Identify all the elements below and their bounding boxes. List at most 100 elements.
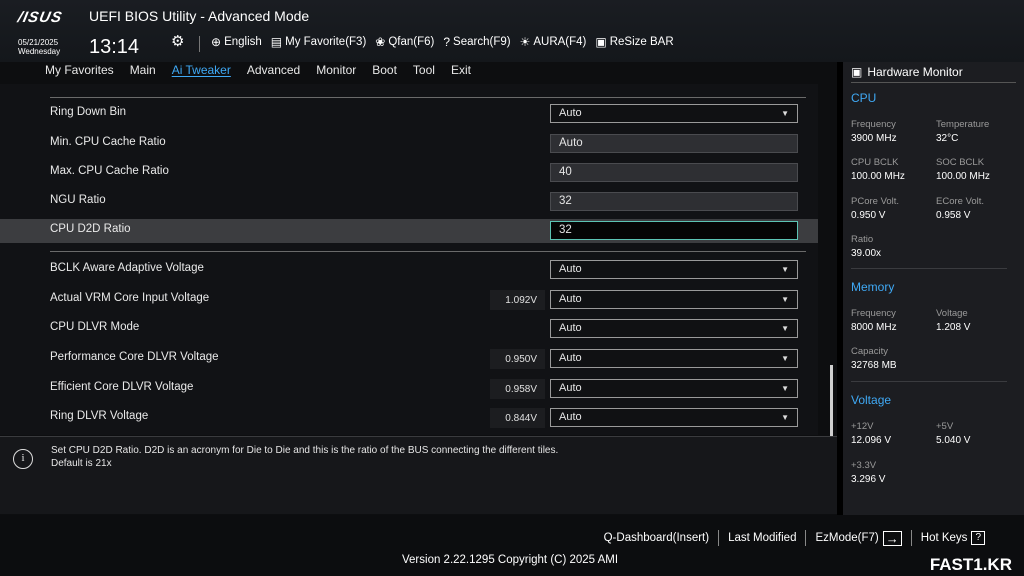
- v5-value: 5.040 V: [936, 435, 971, 446]
- ezmode-label: EzMode(F7): [815, 532, 879, 544]
- tab-ai-tweaker[interactable]: Ai Tweaker: [172, 62, 231, 80]
- chevron-down-icon: ▼: [781, 265, 789, 274]
- divider: [851, 381, 1007, 382]
- toolbar-item-globe[interactable]: ⊕ English: [211, 35, 262, 49]
- cpu-temperature-value: 32°C: [936, 133, 959, 144]
- setting-row[interactable]: Efficient Core DLVR Voltage 0.958V Auto ▼: [0, 377, 818, 401]
- fan-icon: ❀: [375, 35, 386, 49]
- tab-tool[interactable]: Tool: [413, 62, 435, 80]
- chevron-down-icon: ▼: [781, 384, 789, 393]
- setting-row[interactable]: Ring DLVR Voltage 0.844V Auto ▼: [0, 406, 818, 430]
- help-icon: ?: [971, 531, 985, 545]
- toolbar-item-resize-bar[interactable]: ▣ ReSize BAR: [595, 35, 673, 49]
- tab-exit[interactable]: Exit: [451, 62, 471, 80]
- gear-icon[interactable]: ⚙: [171, 32, 184, 50]
- v12-value: 12.096 V: [851, 435, 892, 446]
- toolbar-label: Qfan(F6): [388, 36, 435, 48]
- cpu-bclk-value: 100.00 MHz: [851, 171, 905, 182]
- setting-input[interactable]: 32: [550, 221, 798, 240]
- setting-row[interactable]: BCLK Aware Adaptive Voltage Auto ▼: [0, 258, 818, 282]
- setting-label: Actual VRM Core Input Voltage: [50, 292, 210, 304]
- ezmode-button[interactable]: EzMode(F7) →: [806, 530, 910, 546]
- dropdown-value: Auto: [559, 411, 582, 423]
- divider: [851, 268, 1007, 269]
- ecore-volt-value: 0.958 V: [936, 210, 971, 221]
- setting-dropdown[interactable]: Auto ▼: [550, 408, 798, 427]
- settings-list: Ring Down Bin Auto ▼ Min. CPU Cache Ratio Au…: [0, 84, 818, 435]
- toolbar-item-fan[interactable]: ❀ Qfan(F6): [375, 35, 434, 49]
- setting-row[interactable]: CPU D2D Ratio 32: [0, 219, 818, 243]
- footer-links: Q-Dashboard(Insert) Last Modified EzMode…: [595, 530, 994, 546]
- mem-capacity-value: 32768 MB: [851, 360, 897, 371]
- help-line: Set CPU D2D Ratio. D2D is an acronym for…: [51, 445, 559, 456]
- pcore-volt-value: 0.950 V: [851, 210, 886, 221]
- monitor-icon: ▣: [851, 65, 863, 79]
- chevron-down-icon: ▼: [781, 413, 789, 422]
- toolbar-item-search[interactable]: ? Search(F9): [443, 35, 510, 49]
- toolbar: ⊕ English ▤ My Favorite(F3) ❀ Qfan(F6) ? Search…: [211, 35, 674, 49]
- favorite-icon: ▤: [270, 35, 283, 49]
- setting-label: NGU Ratio: [50, 194, 106, 206]
- chevron-down-icon: ▼: [781, 324, 789, 333]
- help-line: Default is 21x: [51, 458, 112, 469]
- setting-row[interactable]: Performance Core DLVR Voltage 0.950V Auto ▼: [0, 347, 818, 371]
- asus-logo: /ISUS: [16, 9, 64, 26]
- tab-monitor[interactable]: Monitor: [316, 62, 356, 80]
- footer-bar: Q-Dashboard(Insert) Last Modified EzMode…: [0, 515, 1024, 576]
- mem-frequency-value: 8000 MHz: [851, 322, 897, 333]
- tab-boot[interactable]: Boot: [372, 62, 397, 80]
- setting-input[interactable]: 40: [550, 163, 798, 182]
- dropdown-value: Auto: [559, 293, 582, 305]
- setting-row[interactable]: NGU Ratio 32: [0, 190, 818, 214]
- toolbar-item-aura[interactable]: ☀ AURA(F4): [520, 35, 587, 49]
- setting-row[interactable]: Max. CPU Cache Ratio 40: [0, 161, 818, 185]
- memory-heading: Memory: [851, 280, 895, 294]
- setting-dropdown[interactable]: Auto ▼: [550, 379, 798, 398]
- setting-input[interactable]: Auto: [550, 134, 798, 153]
- setting-label: Ring Down Bin: [50, 106, 127, 118]
- setting-input[interactable]: 32: [550, 192, 798, 211]
- setting-row[interactable]: Min. CPU Cache Ratio Auto: [0, 132, 818, 156]
- tab-main[interactable]: Main: [130, 62, 156, 80]
- soc-bclk-value: 100.00 MHz: [936, 171, 990, 182]
- cpu-temperature-label: Temperature: [936, 119, 990, 130]
- toolbar-item-favorite[interactable]: ▤ My Favorite(F3): [271, 35, 367, 49]
- q-dashboard-button[interactable]: Q-Dashboard(Insert): [595, 532, 718, 544]
- globe-icon: ⊕: [211, 35, 222, 49]
- scrollbar[interactable]: [830, 365, 833, 441]
- setting-label: Ring DLVR Voltage: [50, 410, 149, 422]
- setting-dropdown[interactable]: Auto ▼: [550, 104, 798, 123]
- date-display: 05/21/2025 Wednesday: [18, 38, 60, 56]
- aura-icon: ☀: [519, 35, 531, 49]
- setting-label: Min. CPU Cache Ratio: [50, 136, 166, 148]
- dropdown-value: Auto: [559, 263, 582, 275]
- cpu-bclk-label: CPU BCLK: [851, 157, 899, 168]
- divider: [851, 82, 1016, 83]
- setting-dropdown[interactable]: Auto ▼: [550, 319, 798, 338]
- pcore-volt-label: PCore Volt.: [851, 196, 900, 207]
- toolbar-label: ReSize BAR: [609, 36, 674, 48]
- dropdown-value: Auto: [559, 382, 582, 394]
- setting-dropdown[interactable]: Auto ▼: [550, 290, 798, 309]
- setting-row[interactable]: Ring Down Bin Auto ▼: [0, 102, 818, 126]
- ratio-label: Ratio: [851, 234, 874, 245]
- v33-label: +3.3V: [851, 460, 877, 471]
- v5-label: +5V: [936, 421, 954, 432]
- setting-label: Max. CPU Cache Ratio: [50, 165, 169, 177]
- setting-dropdown[interactable]: Auto ▼: [550, 349, 798, 368]
- setting-label: BCLK Aware Adaptive Voltage: [50, 262, 204, 274]
- last-modified-button[interactable]: Last Modified: [719, 532, 805, 544]
- tab-my-favorites[interactable]: My Favorites: [45, 62, 114, 80]
- setting-row[interactable]: CPU DLVR Mode Auto ▼: [0, 317, 818, 341]
- hotkeys-label: Hot Keys: [920, 532, 968, 544]
- setting-row[interactable]: Actual VRM Core Input Voltage 1.092V Auto ▼: [0, 288, 818, 312]
- resize-bar-icon: ▣: [595, 35, 607, 49]
- setting-dropdown[interactable]: Auto ▼: [550, 260, 798, 279]
- hardware-monitor-title: ▣ Hardware Monitor: [851, 65, 963, 79]
- dropdown-value: Auto: [559, 322, 582, 334]
- hotkeys-button[interactable]: Hot Keys?: [912, 531, 994, 545]
- clock-display[interactable]: 13:14: [89, 36, 139, 59]
- v33-value: 3.296 V: [851, 474, 886, 485]
- tab-advanced[interactable]: Advanced: [247, 62, 300, 80]
- search-icon: ?: [443, 35, 451, 49]
